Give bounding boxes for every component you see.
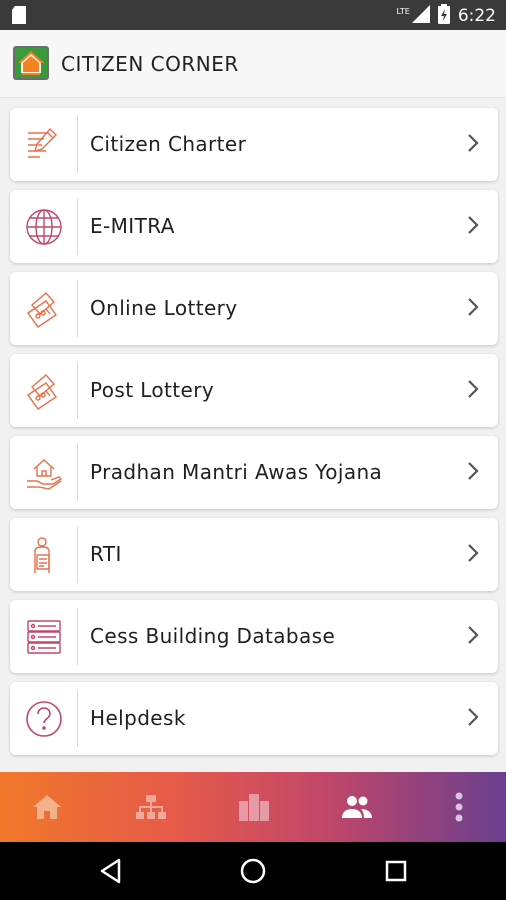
- bottom-navigation: [0, 772, 506, 842]
- home-circle-icon[interactable]: [238, 856, 268, 886]
- menu-item-helpdesk[interactable]: Helpdesk: [10, 682, 498, 755]
- help-icon: [10, 682, 77, 755]
- home-logo-icon: [13, 46, 49, 80]
- person-document-icon: [10, 518, 77, 591]
- recents-icon[interactable]: [381, 856, 411, 886]
- chevron-right-icon: [466, 296, 480, 322]
- menu-item-label: Citizen Charter: [90, 132, 247, 156]
- network-type: LTE: [396, 6, 410, 16]
- back-icon[interactable]: [96, 856, 126, 886]
- sd-card-icon: [12, 6, 26, 28]
- system-navigation-bar: [0, 842, 506, 900]
- database-icon: [10, 600, 77, 673]
- document-edit-icon: [10, 108, 77, 181]
- menu-item-label: Pradhan Mantri Awas Yojana: [90, 460, 383, 484]
- clock: 6:22: [457, 6, 496, 26]
- chevron-right-icon: [466, 132, 480, 158]
- ticket-icon: [10, 354, 77, 427]
- menu-item-pmay[interactable]: Pradhan Mantri Awas Yojana: [10, 436, 498, 509]
- home-icon[interactable]: [30, 790, 64, 824]
- menu-item-label: Cess Building Database: [90, 624, 336, 648]
- house-hand-icon: [10, 436, 77, 509]
- menu-item-e-mitra[interactable]: E-MITRA: [10, 190, 498, 263]
- menu-item-label: Post Lottery: [90, 378, 215, 402]
- chevron-right-icon: [466, 214, 480, 240]
- chevron-right-icon: [466, 460, 480, 486]
- app-header: CITIZEN CORNER: [0, 30, 506, 98]
- menu-item-label: RTI: [90, 542, 122, 566]
- menu-item-label: Helpdesk: [90, 706, 186, 730]
- citizen-menu-list: Citizen Charter E-MITRA Online Lottery P…: [10, 108, 498, 764]
- battery-icon: [437, 4, 450, 28]
- menu-item-post-lottery[interactable]: Post Lottery: [10, 354, 498, 427]
- page-title: CITIZEN CORNER: [61, 52, 239, 76]
- menu-item-cess-building-database[interactable]: Cess Building Database: [10, 600, 498, 673]
- chevron-right-icon: [466, 706, 480, 732]
- menu-item-online-lottery[interactable]: Online Lottery: [10, 272, 498, 345]
- status-bar: LTE 6:22: [0, 0, 506, 30]
- buildings-icon[interactable]: [237, 790, 271, 824]
- chevron-right-icon: [466, 542, 480, 568]
- menu-item-label: Online Lottery: [90, 296, 238, 320]
- chevron-right-icon: [466, 624, 480, 650]
- ticket-icon: [10, 272, 77, 345]
- chevron-right-icon: [466, 378, 480, 404]
- menu-item-rti[interactable]: RTI: [10, 518, 498, 591]
- globe-icon: [10, 190, 77, 263]
- signal-icon: [411, 5, 430, 27]
- menu-item-label: E-MITRA: [90, 214, 175, 238]
- menu-item-citizen-charter[interactable]: Citizen Charter: [10, 108, 498, 181]
- more-vertical-icon[interactable]: [442, 790, 476, 824]
- users-icon[interactable]: [340, 790, 374, 824]
- hierarchy-icon[interactable]: [134, 790, 168, 824]
